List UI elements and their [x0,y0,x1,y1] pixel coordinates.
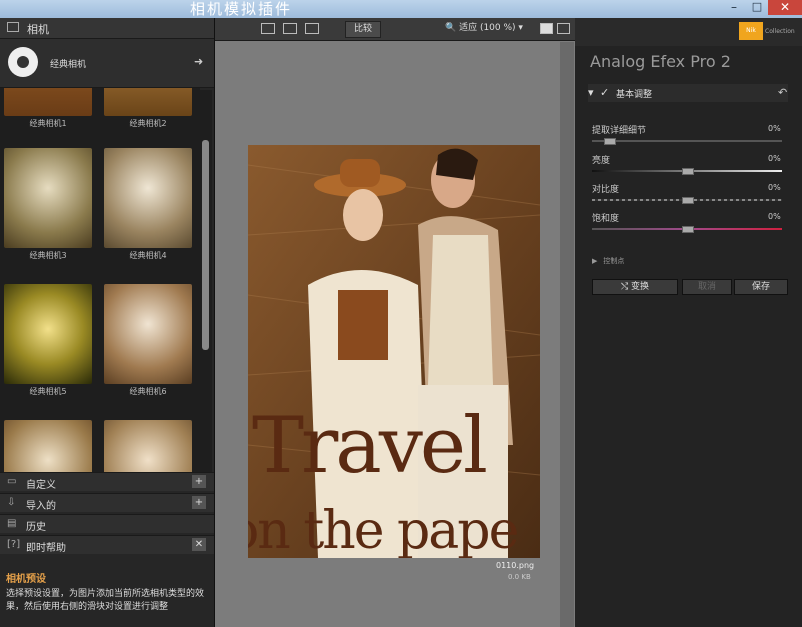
zoom-select[interactable]: 🔍 适应 (100 %) ▾ [445,21,525,36]
accordion-history[interactable]: ▤ 历史 [0,514,214,533]
photo-graphic [248,145,540,558]
preset-thumb[interactable]: 经典相机4 [104,148,192,261]
app-name: Analog Efex Pro 2 [590,52,731,71]
accordion-label: 即时帮助 [26,543,66,554]
undo-button[interactable]: 取消 [682,279,732,295]
camera-icon [7,22,19,32]
image-filesize: 0.0 KB [508,573,531,581]
preset-description: 选择预设设置，为图片添加当前所选相机类型的效果，然后使用右侧的滑块对设置进行调整 [6,589,205,612]
checkmark-icon[interactable]: ▾ [588,86,594,99]
preview-image: Travel on the pape [248,145,540,558]
accordion-label: 导入的 [26,501,56,512]
camera-category[interactable]: 经典相机 ➜ [0,39,214,88]
upload-icon[interactable] [540,23,553,34]
reset-icon[interactable]: ↶ [778,86,787,99]
arrow-right-icon[interactable]: ➜ [194,55,203,68]
accordion-help[interactable]: [?] 即时帮助 ✕ [0,535,214,554]
preset-thumb-label: 经典相机5 [29,387,67,396]
folder-icon: ▭ [7,476,17,487]
save-button[interactable]: 保存 [734,279,788,295]
slider-label: 亮度 [592,156,611,166]
slider-label: 饱和度 [592,214,620,224]
scrollbar-thumb[interactable] [202,140,209,350]
thumbnails-scrollbar[interactable] [200,90,212,488]
preset-thumb[interactable]: 经典相机3 [4,148,92,261]
accordion-label: 历史 [26,522,46,533]
slider-value: 0% [768,183,781,192]
preset-thumb[interactable]: 经典相机1 [4,88,92,129]
camera-header[interactable]: 相机 [0,18,214,39]
preset-thumb[interactable]: 经典相机5 [4,284,92,397]
image-filename: 0110.png [496,561,535,570]
basic-adjust-header[interactable]: ▾ ✓ 基本调整 ↶ [588,84,788,102]
preset-thumb[interactable]: 经典相机6 [104,284,192,397]
camera-category-label: 经典相机 [50,60,87,70]
shuffle-button[interactable]: ⤭ 变换 [592,279,678,295]
export-icon[interactable] [557,23,570,34]
preset-title: 相机预设 [6,574,46,585]
window-title: 相机模拟插件 [190,0,293,18]
camera-category-icon [8,47,38,77]
compare-button[interactable]: 比较 [345,21,381,38]
split-view-icon[interactable] [283,23,297,34]
maximize-button[interactable]: □ [747,0,767,14]
accordion-custom[interactable]: ▭ 自定义 + [0,472,214,491]
preset-thumbnails: 经典相机1 经典相机2 经典相机3 经典相机4 经典相机5 经典相机6 [0,88,200,488]
slider-value: 0% [768,212,781,221]
add-imported-button[interactable]: + [192,496,206,509]
accordion-imported[interactable]: ⇩ 导入的 + [0,493,214,512]
slider-value: 0% [768,154,781,163]
image-caption-line2: on the pape [248,501,519,558]
expand-icon: ▶ [592,257,598,265]
enable-checkbox[interactable]: ✓ [600,86,609,99]
slider-value: 0% [768,124,781,133]
add-custom-button[interactable]: + [192,475,206,488]
shuffle-label: 变换 [631,282,650,292]
single-view-icon[interactable] [261,23,275,34]
basic-adjust-title: 基本调整 [616,90,653,100]
close-help-button[interactable]: ✕ [192,538,206,551]
preview-scrollbar[interactable] [560,42,574,627]
minimize-button[interactable]: – [722,0,746,14]
preset-thumb[interactable]: 经典相机2 [104,88,192,129]
side-by-side-icon[interactable] [305,23,319,34]
slider-knob[interactable] [682,197,694,204]
control-points-section[interactable]: ▶ 控制点 [592,256,630,266]
slider-label: 提取详细细节 [592,126,647,136]
slider-knob[interactable] [604,138,616,145]
camera-header-label: 相机 [27,23,49,36]
preset-thumb-label: 经典相机4 [129,251,167,260]
slider-knob[interactable] [682,226,694,233]
image-caption-line1: Travel [252,401,488,491]
slider-knob[interactable] [682,168,694,175]
preset-thumb-label: 经典相机2 [129,119,167,128]
zoom-label: 适应 (100 %) [459,23,516,33]
preset-thumb-label: 经典相机6 [129,387,167,396]
detail-slider[interactable] [592,140,782,142]
nik-logo: Nik [739,22,763,40]
help-icon: [?] [7,539,21,550]
import-icon: ⇩ [7,497,16,508]
slider-label: 对比度 [592,185,620,195]
preset-thumb-label: 经典相机1 [29,119,67,128]
accordion-label: 自定义 [26,480,56,491]
left-panel: 相机 经典相机 ➜ 经典相机1 经典相机2 经典相机3 经典相机4 经典相机5 … [0,18,215,627]
preset-thumb-label: 经典相机3 [29,251,67,260]
preview-toolbar: 比较 🔍 适应 (100 %) ▾ [215,18,575,41]
nik-collection-label: Collection [765,28,795,35]
history-icon: ▤ [7,518,17,529]
title-bar: 相机模拟插件 – □ ✕ [0,0,802,18]
control-points-label: 控制点 [603,257,625,265]
close-button[interactable]: ✕ [768,0,802,15]
right-panel [575,18,802,627]
